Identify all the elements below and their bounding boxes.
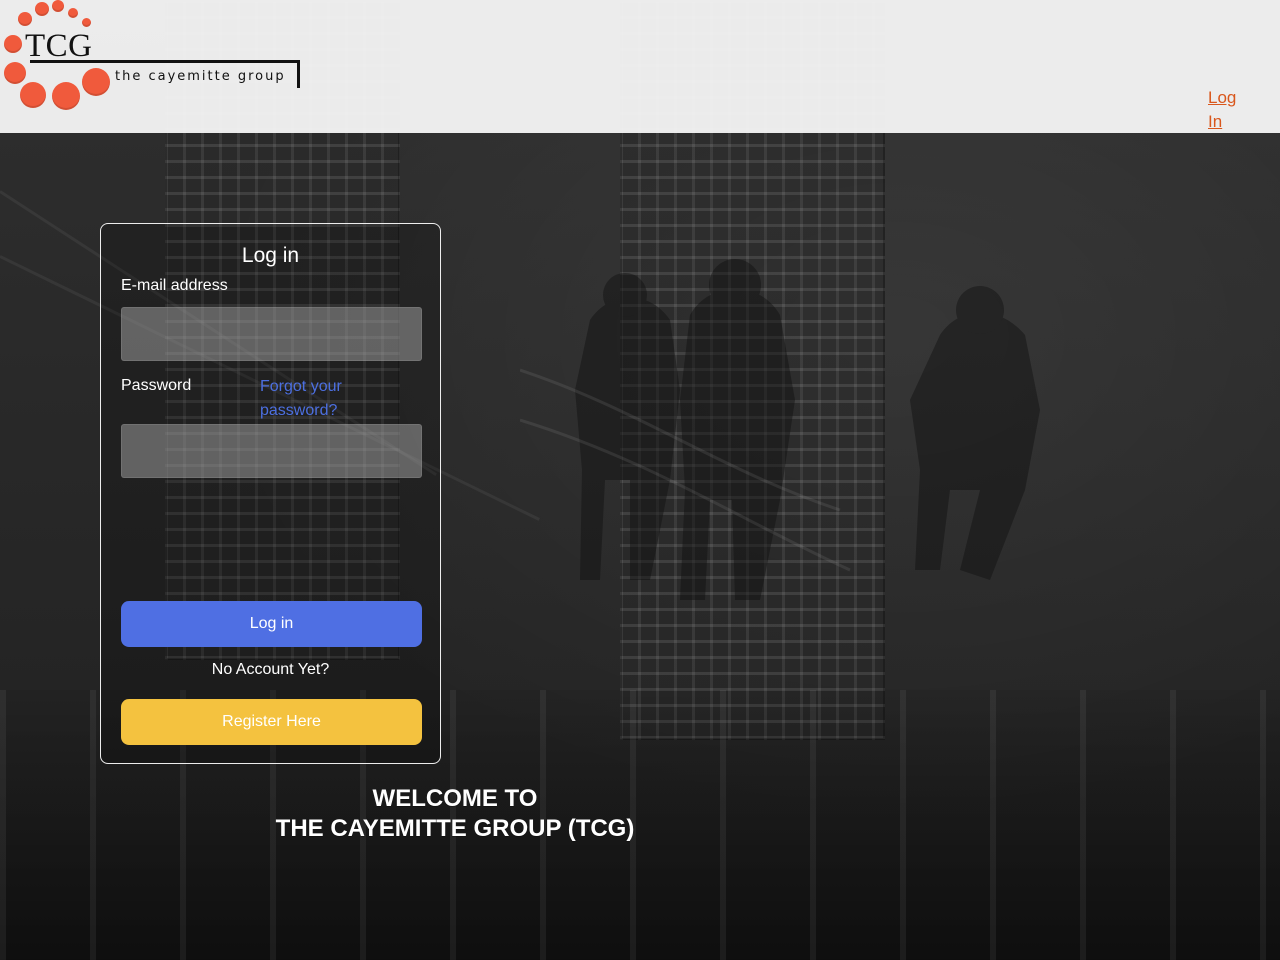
logo-tagline: the cayemitte group [115,69,286,84]
password-label: Password [121,377,192,394]
email-input[interactable] [121,307,422,361]
logo-dot [4,35,22,53]
logo-dot [4,62,26,84]
login-card: Log in E-mail address Password Forgot yo… [100,223,441,764]
welcome-line-2: THE CAYEMITTE GROUP (TCG) [275,815,635,842]
logo-dot [68,8,78,18]
welcome-message: WELCOME TO THE CAYEMITTE GROUP (TCG) [240,784,670,844]
logo-dot [82,18,91,27]
register-button[interactable]: Register Here [121,699,422,745]
logo-rule [297,60,300,88]
email-label: E-mail address [121,277,228,294]
login-title: Log in [241,244,300,267]
logo-dot [82,68,110,96]
no-account-text: No Account Yet? [211,661,330,678]
logo-dot [52,82,80,110]
logo-dot [35,2,49,16]
password-input[interactable] [121,424,422,478]
welcome-line-1: WELCOME TO [372,785,538,812]
login-button[interactable]: Log in [121,601,422,647]
logo-rule [30,60,300,63]
logo-text: TCG [25,28,93,64]
site-header: TCG the cayemitte group Log In [0,0,1280,133]
brand-logo[interactable]: TCG the cayemitte group [0,0,310,120]
header-login-link[interactable]: Log In [1208,86,1248,134]
logo-dot [52,0,64,12]
logo-dot [18,12,32,26]
forgot-password-link[interactable]: Forgot your password? [260,375,380,423]
logo-dot [20,82,46,108]
background-workers-illustration [520,259,1040,600]
